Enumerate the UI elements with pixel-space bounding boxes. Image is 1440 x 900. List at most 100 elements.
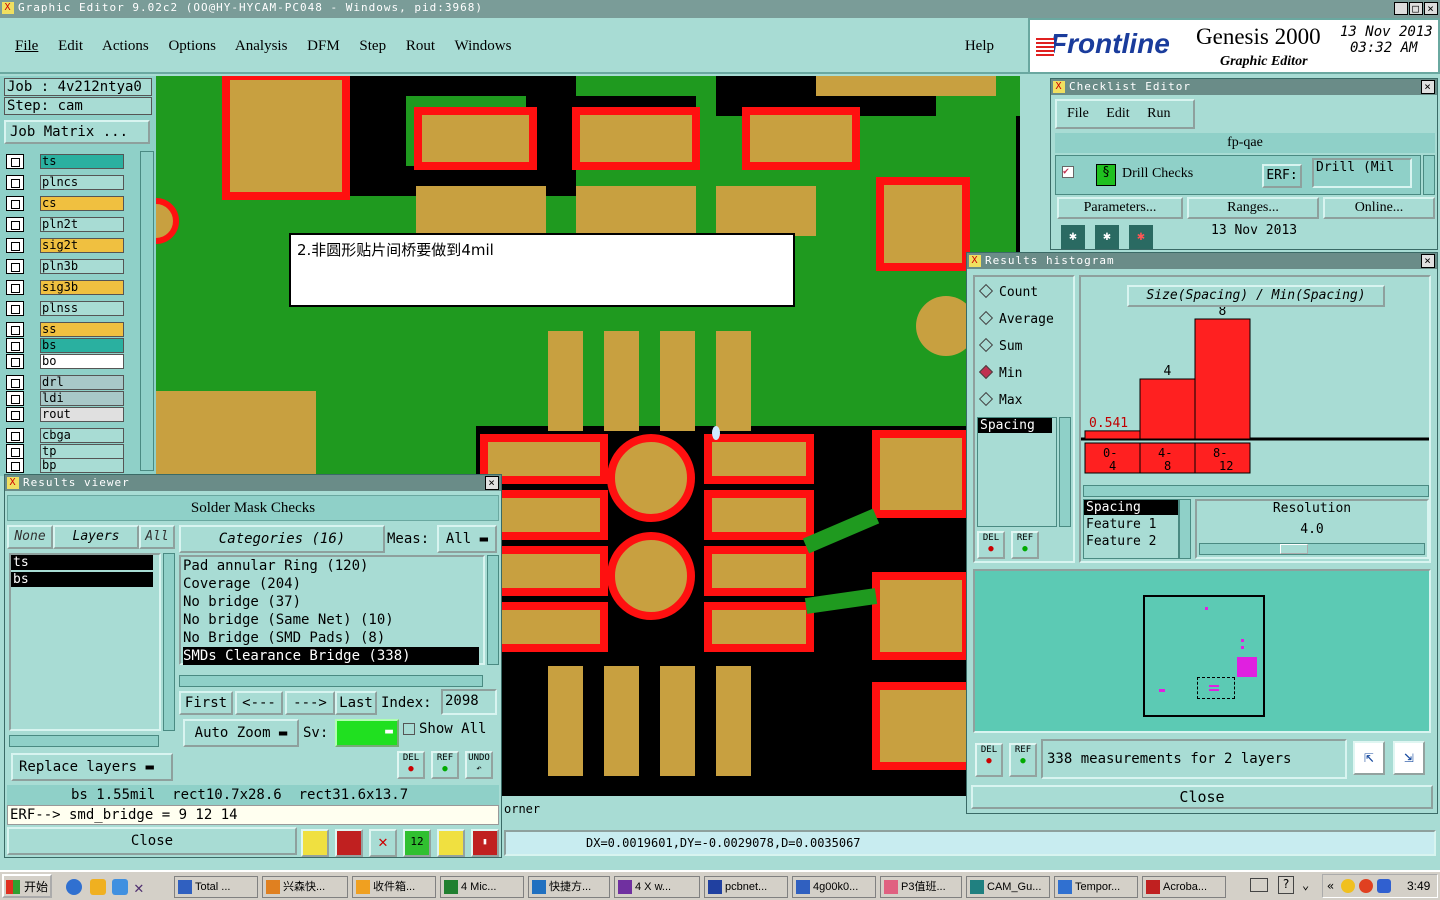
taskbar-item[interactable]: 快捷方... (528, 876, 610, 898)
quicklaunch-icon[interactable]: ✕ (134, 878, 144, 897)
all-layers-button[interactable]: All (139, 525, 175, 549)
taskbar-item[interactable]: 兴森快... (262, 876, 348, 898)
checklist-scrollbar[interactable] (1423, 155, 1435, 195)
ranges-button[interactable]: Ranges... (1187, 197, 1319, 219)
mode-min[interactable]: Min (981, 366, 1022, 381)
categories-hscroll[interactable] (179, 675, 483, 687)
undo-button[interactable]: UNDO ↶ (465, 751, 493, 779)
layer-list-scrollbar[interactable] (163, 553, 175, 731)
layers-button[interactable]: Layers (53, 525, 139, 549)
run-figure-icon[interactable]: ✱ (1061, 225, 1085, 249)
layer-checkbox[interactable] (6, 428, 24, 443)
histogram-icon[interactable]: ▮ (471, 829, 499, 857)
layer-checkbox[interactable] (6, 196, 24, 211)
menu-actions[interactable]: Actions (102, 38, 149, 54)
check-row[interactable]: ✔ § Drill Checks ERF: Drill (Mil (1055, 155, 1421, 195)
layer-checkbox[interactable] (6, 154, 24, 169)
info-scrollbar[interactable] (1179, 499, 1191, 559)
close-icon[interactable]: × (1424, 2, 1438, 15)
keyboard-icon[interactable] (1250, 878, 1268, 892)
menu-edit[interactable]: Edit (58, 38, 83, 54)
quicklaunch-icon[interactable] (112, 879, 128, 895)
prev-button[interactable]: <--- (235, 691, 283, 715)
layer-name[interactable]: tp (40, 444, 124, 459)
export-icon[interactable] (335, 829, 363, 857)
results-close-button[interactable]: Close (7, 827, 297, 855)
layer-name[interactable]: bs (40, 338, 124, 353)
layer-checkbox[interactable] (6, 338, 24, 353)
tray-icon[interactable] (1359, 879, 1373, 893)
layer-name[interactable]: cs (40, 196, 124, 211)
layer-checkbox[interactable] (6, 301, 24, 316)
layer-checkbox[interactable] (6, 259, 24, 274)
categories-scrollbar[interactable] (487, 555, 499, 665)
online-button[interactable]: Online... (1323, 197, 1435, 219)
measure-scrollbar[interactable] (1059, 417, 1071, 527)
highlight-icon[interactable] (301, 829, 329, 857)
none-button[interactable]: None (7, 525, 53, 549)
taskbar-item[interactable]: 4g00k0... (792, 876, 876, 898)
menu-step[interactable]: Step (359, 38, 386, 54)
del-button[interactable]: DEL ● (397, 751, 425, 779)
layer-name[interactable]: ts (40, 154, 124, 169)
layer-checkbox[interactable] (6, 322, 24, 337)
meas-select[interactable]: All ▬ (437, 525, 497, 553)
first-button[interactable]: First (179, 691, 233, 715)
menu-arrow-icon[interactable]: ⌄ (1302, 878, 1309, 892)
run-figure-icon[interactable]: ✱ (1095, 225, 1119, 249)
layer-name[interactable]: drl (40, 375, 124, 390)
slider-thumb[interactable] (1280, 544, 1308, 554)
del-button[interactable]: DEL ● (977, 531, 1005, 559)
checklist-menu-run[interactable]: Run (1147, 106, 1170, 121)
ref-button[interactable]: REF ● (1011, 531, 1039, 559)
zoom-out-icon[interactable]: ⇲ (1393, 741, 1425, 775)
close-icon[interactable]: × (1421, 80, 1435, 94)
layer-checkbox[interactable] (6, 444, 24, 459)
layer-name[interactable]: ldi (40, 391, 124, 406)
layer-name[interactable]: rout (40, 407, 124, 422)
mode-sum[interactable]: Sum (981, 339, 1022, 354)
layer-item-bs[interactable]: bs (11, 572, 153, 587)
layer-name[interactable]: ss (40, 322, 124, 337)
mode-count[interactable]: Count (981, 285, 1038, 300)
minimize-icon[interactable]: _ (1394, 2, 1408, 15)
del-button[interactable]: DEL ● (975, 743, 1003, 777)
layer-item-ts[interactable]: ts (11, 555, 153, 570)
tray-icon[interactable] (1377, 879, 1391, 893)
parameters-button[interactable]: Parameters... (1057, 197, 1183, 219)
layer-name[interactable]: plncs (40, 175, 124, 190)
mode-max[interactable]: Max (981, 393, 1022, 408)
tray-icon[interactable]: « (1327, 879, 1334, 893)
layer-name[interactable]: cbga (40, 428, 124, 443)
layer-checkbox[interactable] (6, 280, 24, 295)
start-button[interactable]: 开始 (2, 874, 52, 898)
layer-checkbox[interactable] (6, 458, 24, 473)
show-all-checkbox[interactable] (403, 723, 415, 735)
layer-checkbox[interactable] (6, 391, 24, 406)
mode-average[interactable]: Average (981, 312, 1054, 327)
menu-rout[interactable]: Rout (406, 38, 435, 54)
menu-help[interactable]: Help (965, 18, 994, 74)
category-item[interactable]: No Bridge (SMD Pads) (8) (183, 629, 483, 647)
layer-name[interactable]: sig3b (40, 280, 124, 295)
resolution-slider[interactable] (1199, 543, 1425, 555)
quicklaunch-icon[interactable] (66, 879, 82, 895)
taskbar-item[interactable]: 4 Mic... (440, 876, 524, 898)
autozoom-button[interactable]: Auto Zoom ▬ (183, 719, 299, 747)
zoom-in-icon[interactable]: ⇱ (1353, 741, 1385, 775)
taskbar-item[interactable]: Tempor... (1054, 876, 1138, 898)
layer-scrollbar[interactable] (140, 151, 154, 471)
category-item[interactable]: No bridge (37) (183, 593, 483, 611)
layer-name[interactable]: plnss (40, 301, 124, 316)
categories-button[interactable]: Categories (16) (179, 525, 385, 553)
taskbar-item[interactable]: Acroba... (1142, 876, 1226, 898)
layer-name[interactable]: pln2t (40, 217, 124, 232)
category-item[interactable]: Pad annular Ring (120) (183, 557, 483, 575)
menu-windows[interactable]: Windows (455, 38, 512, 54)
layer-checkbox[interactable] (6, 217, 24, 232)
layer-checkbox[interactable] (6, 175, 24, 190)
index-input[interactable]: 2098 (441, 689, 497, 715)
last-button[interactable]: Last (335, 691, 377, 715)
menu-analysis[interactable]: Analysis (235, 38, 288, 54)
menu-dfm[interactable]: DFM (307, 38, 340, 54)
